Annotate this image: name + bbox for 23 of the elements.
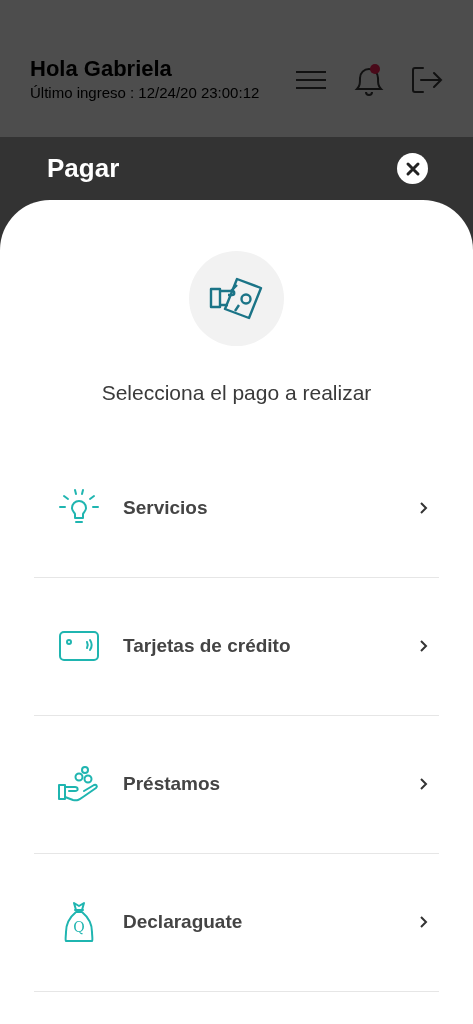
hand-coins-icon [58, 765, 100, 803]
last-login-text: Último ingreso : 12/24/20 23:00:12 [30, 83, 261, 103]
logout-icon[interactable] [411, 65, 443, 94]
chevron-right-icon [419, 639, 429, 653]
chevron-right-icon [419, 915, 429, 929]
sheet-title: Pagar [47, 152, 120, 185]
option-label: Préstamos [122, 771, 222, 796]
chevron-right-icon [419, 501, 429, 515]
option-label: Declaraguate [122, 909, 244, 934]
bell-icon[interactable] [353, 62, 385, 97]
payment-option[interactable]: Q Declaraguate [34, 853, 439, 992]
prompt-text: Selecciona el pago a realizar [101, 380, 372, 406]
payment-option[interactable]: Préstamos [34, 715, 439, 854]
payment-option[interactable]: Servicios [34, 439, 439, 578]
close-icon [404, 160, 421, 177]
option-label: Tarjetas de crédito [122, 633, 292, 658]
card-icon [59, 631, 99, 661]
menu-icon[interactable] [295, 69, 327, 90]
payment-option[interactable]: Tarjetas de crédito [34, 577, 439, 716]
option-label: Servicios [122, 495, 209, 520]
close-button[interactable] [397, 153, 428, 184]
chevron-right-icon [419, 777, 429, 791]
greeting: Hola Gabriela [30, 54, 173, 82]
